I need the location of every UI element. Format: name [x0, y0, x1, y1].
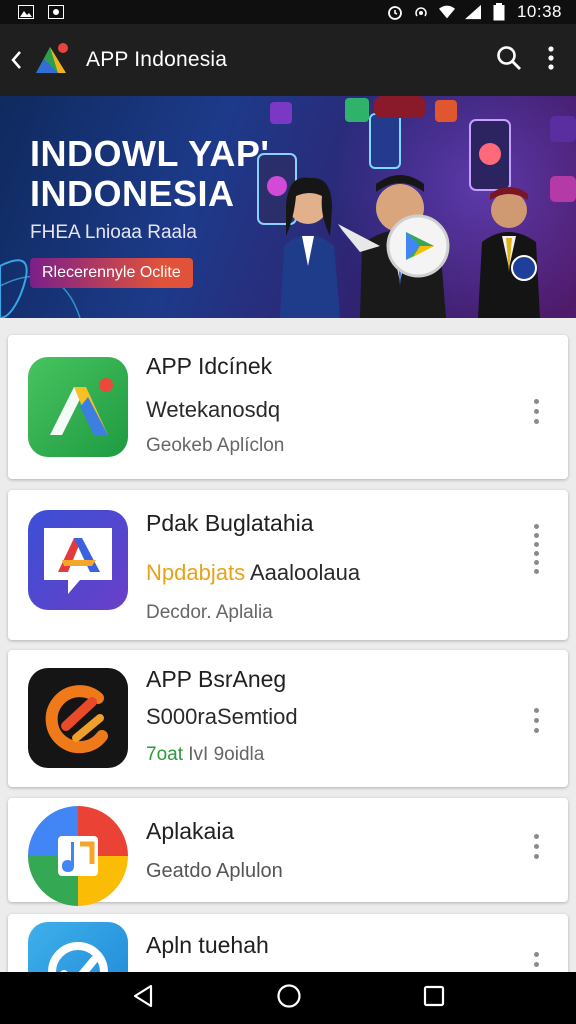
app-menu-icon[interactable] [526, 524, 546, 574]
app-icon-blue-chat [28, 510, 128, 610]
app-menu-icon[interactable] [526, 834, 546, 859]
gallery-notification-icon [48, 5, 64, 19]
banner-headline: INDOWL YAP' INDONESIA [30, 134, 269, 214]
app-developer-highlight: 7oat [146, 744, 183, 765]
app-menu-icon[interactable] [526, 708, 546, 733]
overflow-menu-icon[interactable] [548, 45, 554, 75]
app-icon-dark-c [28, 668, 128, 768]
nav-home-icon[interactable] [276, 983, 302, 1014]
app-title: APP BsrAneg [146, 666, 287, 692]
nav-back-icon[interactable] [131, 983, 155, 1014]
app-icon-music [28, 806, 128, 906]
system-nav-bar [0, 972, 576, 1024]
app-card[interactable]: Pdak Buglatahia Npdabjats Aaaloolaua Dec… [8, 490, 568, 640]
app-card[interactable]: Aplakaia Geatdo Aplulon [8, 798, 568, 906]
signal-icon [464, 4, 481, 20]
app-title: APP Idcínek [146, 353, 273, 379]
promo-banner[interactable]: INDOWL YAP' INDONESIA FHEA Lnioaa Raala … [0, 96, 576, 318]
nav-recents-icon[interactable] [423, 985, 445, 1012]
app-list: APP Idcínek Wetekanosdq Geokeb Aplíclon … [0, 318, 576, 972]
app-menu-icon[interactable] [526, 399, 546, 424]
hotspot-icon [413, 5, 429, 19]
app-developer: 7oat IvI 9oidla [146, 744, 264, 766]
back-button[interactable] [10, 48, 30, 72]
app-subtitle-rest: Aaaloolaua [245, 560, 361, 585]
app-title: APP Indonesia [86, 48, 228, 71]
battery-icon [491, 3, 507, 21]
app-card[interactable]: Apln tuehah [8, 914, 568, 972]
app-icon-check [28, 922, 128, 972]
app-subtitle: Wetekanosdq [146, 397, 281, 422]
app-logo-icon [30, 39, 72, 81]
app-developer: Geokeb Aplíclon [146, 435, 285, 456]
app-developer: Geatdo Aplulon [146, 860, 283, 882]
banner-cta-button[interactable]: Rlecerennyle Oclite [30, 258, 193, 288]
app-icon-green-a [28, 357, 128, 457]
status-bar: 10:38 [0, 0, 576, 24]
app-title: Pdak Buglatahia [146, 510, 314, 536]
alarm-icon [387, 5, 403, 20]
banner-headline-line1: INDOWL YAP' [30, 133, 270, 174]
search-icon[interactable] [496, 45, 522, 76]
app-developer: Decdor. Aplalia [146, 602, 273, 623]
app-menu-icon[interactable] [526, 952, 546, 972]
status-time: 10:38 [516, 2, 562, 21]
app-bar: APP Indonesia [0, 24, 576, 96]
app-subtitle: Npdabjats Aaaloolaua [146, 560, 360, 586]
app-subtitle: S000raSemtiod [146, 704, 298, 729]
image-notification-icon [18, 5, 34, 19]
app-title: Apln tuehah [146, 932, 269, 958]
banner-subtitle: FHEA Lnioaa Raala [30, 222, 197, 243]
app-title: Aplakaia [146, 818, 235, 844]
app-developer-rest: IvI 9oidla [182, 744, 265, 765]
app-card[interactable]: APP BsrAneg S000raSemtiod 7oat IvI 9oidl… [8, 650, 568, 787]
back-arrow-icon [11, 51, 21, 69]
banner-headline-line2: INDONESIA [30, 173, 235, 214]
app-card[interactable]: APP Idcínek Wetekanosdq Geokeb Aplíclon [8, 335, 568, 479]
app-subtitle-highlight: Npdabjats [146, 560, 246, 585]
wifi-icon [438, 5, 455, 19]
